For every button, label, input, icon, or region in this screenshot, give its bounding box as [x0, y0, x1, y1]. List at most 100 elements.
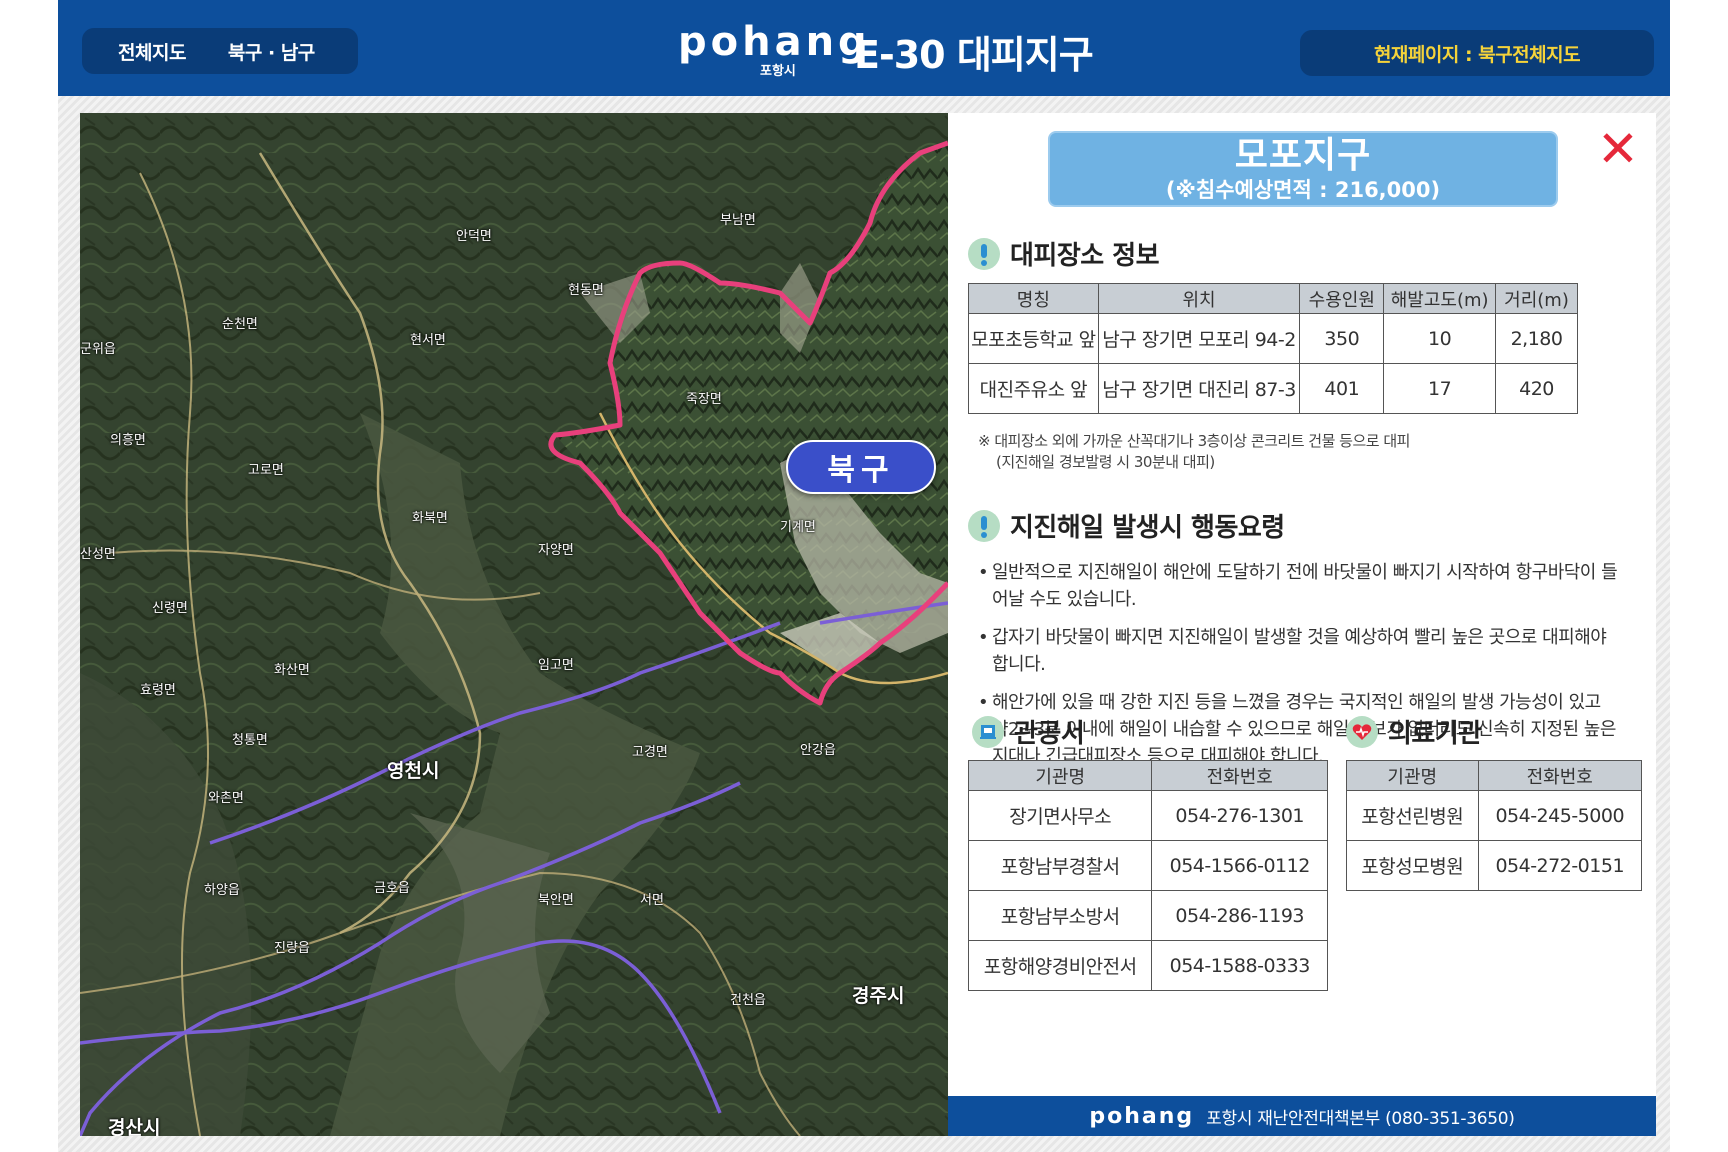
- shelter-note-line1: ※ 대피장소 외에 가까운 산꼭대기나 3층이상 콘크리트 건물 등으로 대피: [978, 432, 1410, 450]
- shelter-col-altitude: 해발고도(m): [1383, 283, 1497, 314]
- map-label-sinnyeong: 신령면: [152, 601, 188, 616]
- shelter-capacity: 350: [1299, 313, 1385, 364]
- map-label-andeok: 안덕면: [456, 229, 492, 244]
- office-name: 포항해양경비안전서: [967, 940, 1153, 991]
- medical-col-phone: 전화번호: [1477, 760, 1642, 791]
- info-panel: 모포지구 (※침수예상면적 : 216,000) ✕ 대피장소 정보 명칭 위치…: [948, 113, 1656, 1096]
- current-page-text: 현재페이지 : 북구전체지도: [1373, 43, 1581, 66]
- medical-name: 포항선린병원: [1346, 790, 1479, 841]
- medical-col-name: 기관명: [1346, 760, 1479, 791]
- shelter-capacity: 401: [1299, 363, 1385, 414]
- medical-title-text: 의료기관: [1388, 719, 1482, 749]
- shelter-altitude: 10: [1383, 313, 1497, 364]
- map-label-jukjang: 죽장면: [686, 392, 722, 407]
- action-section-title: 지진해일 발생시 행동요령: [968, 507, 1285, 544]
- shelter-col-capacity: 수용인원: [1299, 283, 1385, 314]
- map-label-gigye: 기계면: [780, 520, 816, 535]
- footer-contact: 포항시 재난안전대책본부 (080-351-3650): [1206, 1108, 1515, 1129]
- shelter-col-location: 위치: [1097, 283, 1301, 314]
- map-label-uiheung: 의흥면: [110, 433, 146, 448]
- office-phone: 054-276-1301: [1151, 790, 1328, 841]
- list-item: 일반적으로 지진해일이 해안에 도달하기 전에 바닷물이 빠지기 시작하여 항구…: [978, 559, 1618, 613]
- map-label-geoncheon: 건천읍: [730, 993, 766, 1008]
- map-label-hwasan: 화산면: [274, 663, 310, 678]
- map-label-angang: 안강읍: [800, 743, 836, 758]
- map-label-sanseong: 산성면: [80, 547, 116, 562]
- heart-icon: [1346, 715, 1378, 748]
- shelter-note-line2: (지진해일 경보발령 시 30분내 대피): [996, 453, 1215, 471]
- pohang-logo[interactable]: pohang 포항시: [678, 19, 871, 79]
- medical-phone: 054-272-0151: [1477, 840, 1642, 891]
- map-label-hyeondong: 현동면: [568, 283, 604, 298]
- shelter-col-name: 명칭: [968, 283, 1099, 314]
- list-item: 갑자기 바닷물이 빠지면 지진해일이 발생할 것을 예상하여 빨리 높은 곳으로…: [978, 624, 1618, 678]
- logo-wordmark: pohang: [678, 19, 871, 65]
- table-row: 포항남부소방서 054-286-1193: [967, 890, 1328, 941]
- footer-logo: pohang: [1089, 1103, 1195, 1129]
- medical-table-header: 기관명 전화번호: [1346, 760, 1642, 791]
- office-name: 장기면사무소: [967, 790, 1153, 841]
- office-table-header: 기관명 전화번호: [967, 760, 1328, 791]
- page-title: E-30 대피지구: [854, 33, 1094, 77]
- shelter-altitude: 17: [1383, 363, 1497, 414]
- map-label-seo: 서면: [640, 893, 664, 908]
- map-label-cheongtong: 청통면: [232, 733, 268, 748]
- medical-phone: 054-245-5000: [1477, 790, 1642, 841]
- shelter-table: 명칭 위치 수용인원 해발고도(m) 거리(m) 모포초등학교 앞 남구 장기면…: [968, 283, 1578, 414]
- building-icon: [972, 715, 1004, 748]
- shelter-distance: 2,180: [1495, 313, 1578, 364]
- shelter-section-title: 대피장소 정보: [968, 235, 1160, 272]
- map-label-jayang: 자양면: [538, 543, 574, 558]
- bukgu-district-button[interactable]: 북구: [786, 440, 936, 494]
- map-label-hyoryeong: 효령면: [140, 683, 176, 698]
- office-name: 포항남부경찰서: [967, 840, 1153, 891]
- map-label-hwabuk: 화북면: [412, 511, 448, 526]
- logo-subtext: 포항시: [760, 64, 796, 79]
- map-label-suncheon: 순천면: [222, 317, 258, 332]
- table-row: 포항해양경비안전서 054-1588-0333: [967, 940, 1328, 991]
- satellite-map[interactable]: 영천시 경주시 경산시 기계면 죽장면 신령면 화북면 자양면 임고면 고경면 …: [80, 113, 948, 1136]
- shelter-title-text: 대피장소 정보: [1010, 241, 1160, 271]
- map-label-hayang: 하양읍: [204, 883, 240, 898]
- map-canvas: [80, 113, 948, 1136]
- nav-pill: 전체지도 북구 · 남구: [82, 28, 358, 74]
- map-label-gyeongju: 경주시: [852, 985, 905, 1007]
- table-row: 대진주유소 앞 남구 장기면 대진리 87-3 401 17 420: [968, 363, 1578, 414]
- office-col-phone: 전화번호: [1151, 760, 1328, 791]
- shelter-distance: 420: [1495, 363, 1578, 414]
- current-page-indicator: 현재페이지 : 북구전체지도: [1300, 30, 1654, 76]
- alert-icon: [968, 509, 1000, 542]
- map-label-imgo: 임고면: [538, 658, 574, 673]
- header-bar: 전체지도 북구 · 남구 pohang 포항시 E-30 대피지구 현재페이지 …: [58, 0, 1670, 96]
- footer-bar: pohang 포항시 재난안전대책본부 (080-351-3650): [948, 1096, 1656, 1136]
- table-row: 포항성모병원 054-272-0151: [1346, 840, 1642, 891]
- alert-icon: [968, 237, 1000, 270]
- table-row: 장기면사무소 054-276-1301: [967, 790, 1328, 841]
- nav-full-map[interactable]: 전체지도: [118, 38, 186, 65]
- shelter-name: 대진주유소 앞: [968, 363, 1099, 414]
- shelter-name: 모포초등학교 앞: [968, 313, 1099, 364]
- shelter-location: 남구 장기면 모포리 94-2: [1097, 313, 1301, 364]
- map-label-gogyeong: 고경면: [632, 745, 668, 760]
- office-phone: 054-1566-0112: [1151, 840, 1328, 891]
- medical-name: 포항성모병원: [1346, 840, 1479, 891]
- close-icon[interactable]: ✕: [1596, 124, 1640, 174]
- table-row: 포항선린병원 054-245-5000: [1346, 790, 1642, 841]
- table-row: 포항남부경찰서 054-1566-0112: [967, 840, 1328, 891]
- office-name: 포항남부소방서: [967, 890, 1153, 941]
- office-phone: 054-286-1193: [1151, 890, 1328, 941]
- office-phone: 054-1588-0333: [1151, 940, 1328, 991]
- office-col-name: 기관명: [967, 760, 1153, 791]
- nav-bukgu-namgu[interactable]: 북구 · 남구: [228, 38, 315, 65]
- shelter-col-distance: 거리(m): [1495, 283, 1578, 314]
- district-name: 모포지구: [1234, 135, 1372, 176]
- map-label-gunwi: 군위읍: [80, 342, 116, 357]
- map-label-gyeongsan: 경산시: [108, 1117, 161, 1136]
- shelter-table-header: 명칭 위치 수용인원 해발고도(m) 거리(m): [968, 283, 1578, 314]
- map-label-bunam: 부남면: [720, 213, 756, 228]
- map-label-goro: 고로면: [248, 463, 284, 478]
- table-row: 모포초등학교 앞 남구 장기면 모포리 94-2 350 10 2,180: [968, 313, 1578, 364]
- medical-table: 기관명 전화번호 포항선린병원 054-245-5000 포항성모병원 054-…: [1346, 760, 1642, 891]
- map-label-wachon: 와촌면: [208, 791, 244, 806]
- map-label-jillyang: 진량읍: [274, 941, 310, 956]
